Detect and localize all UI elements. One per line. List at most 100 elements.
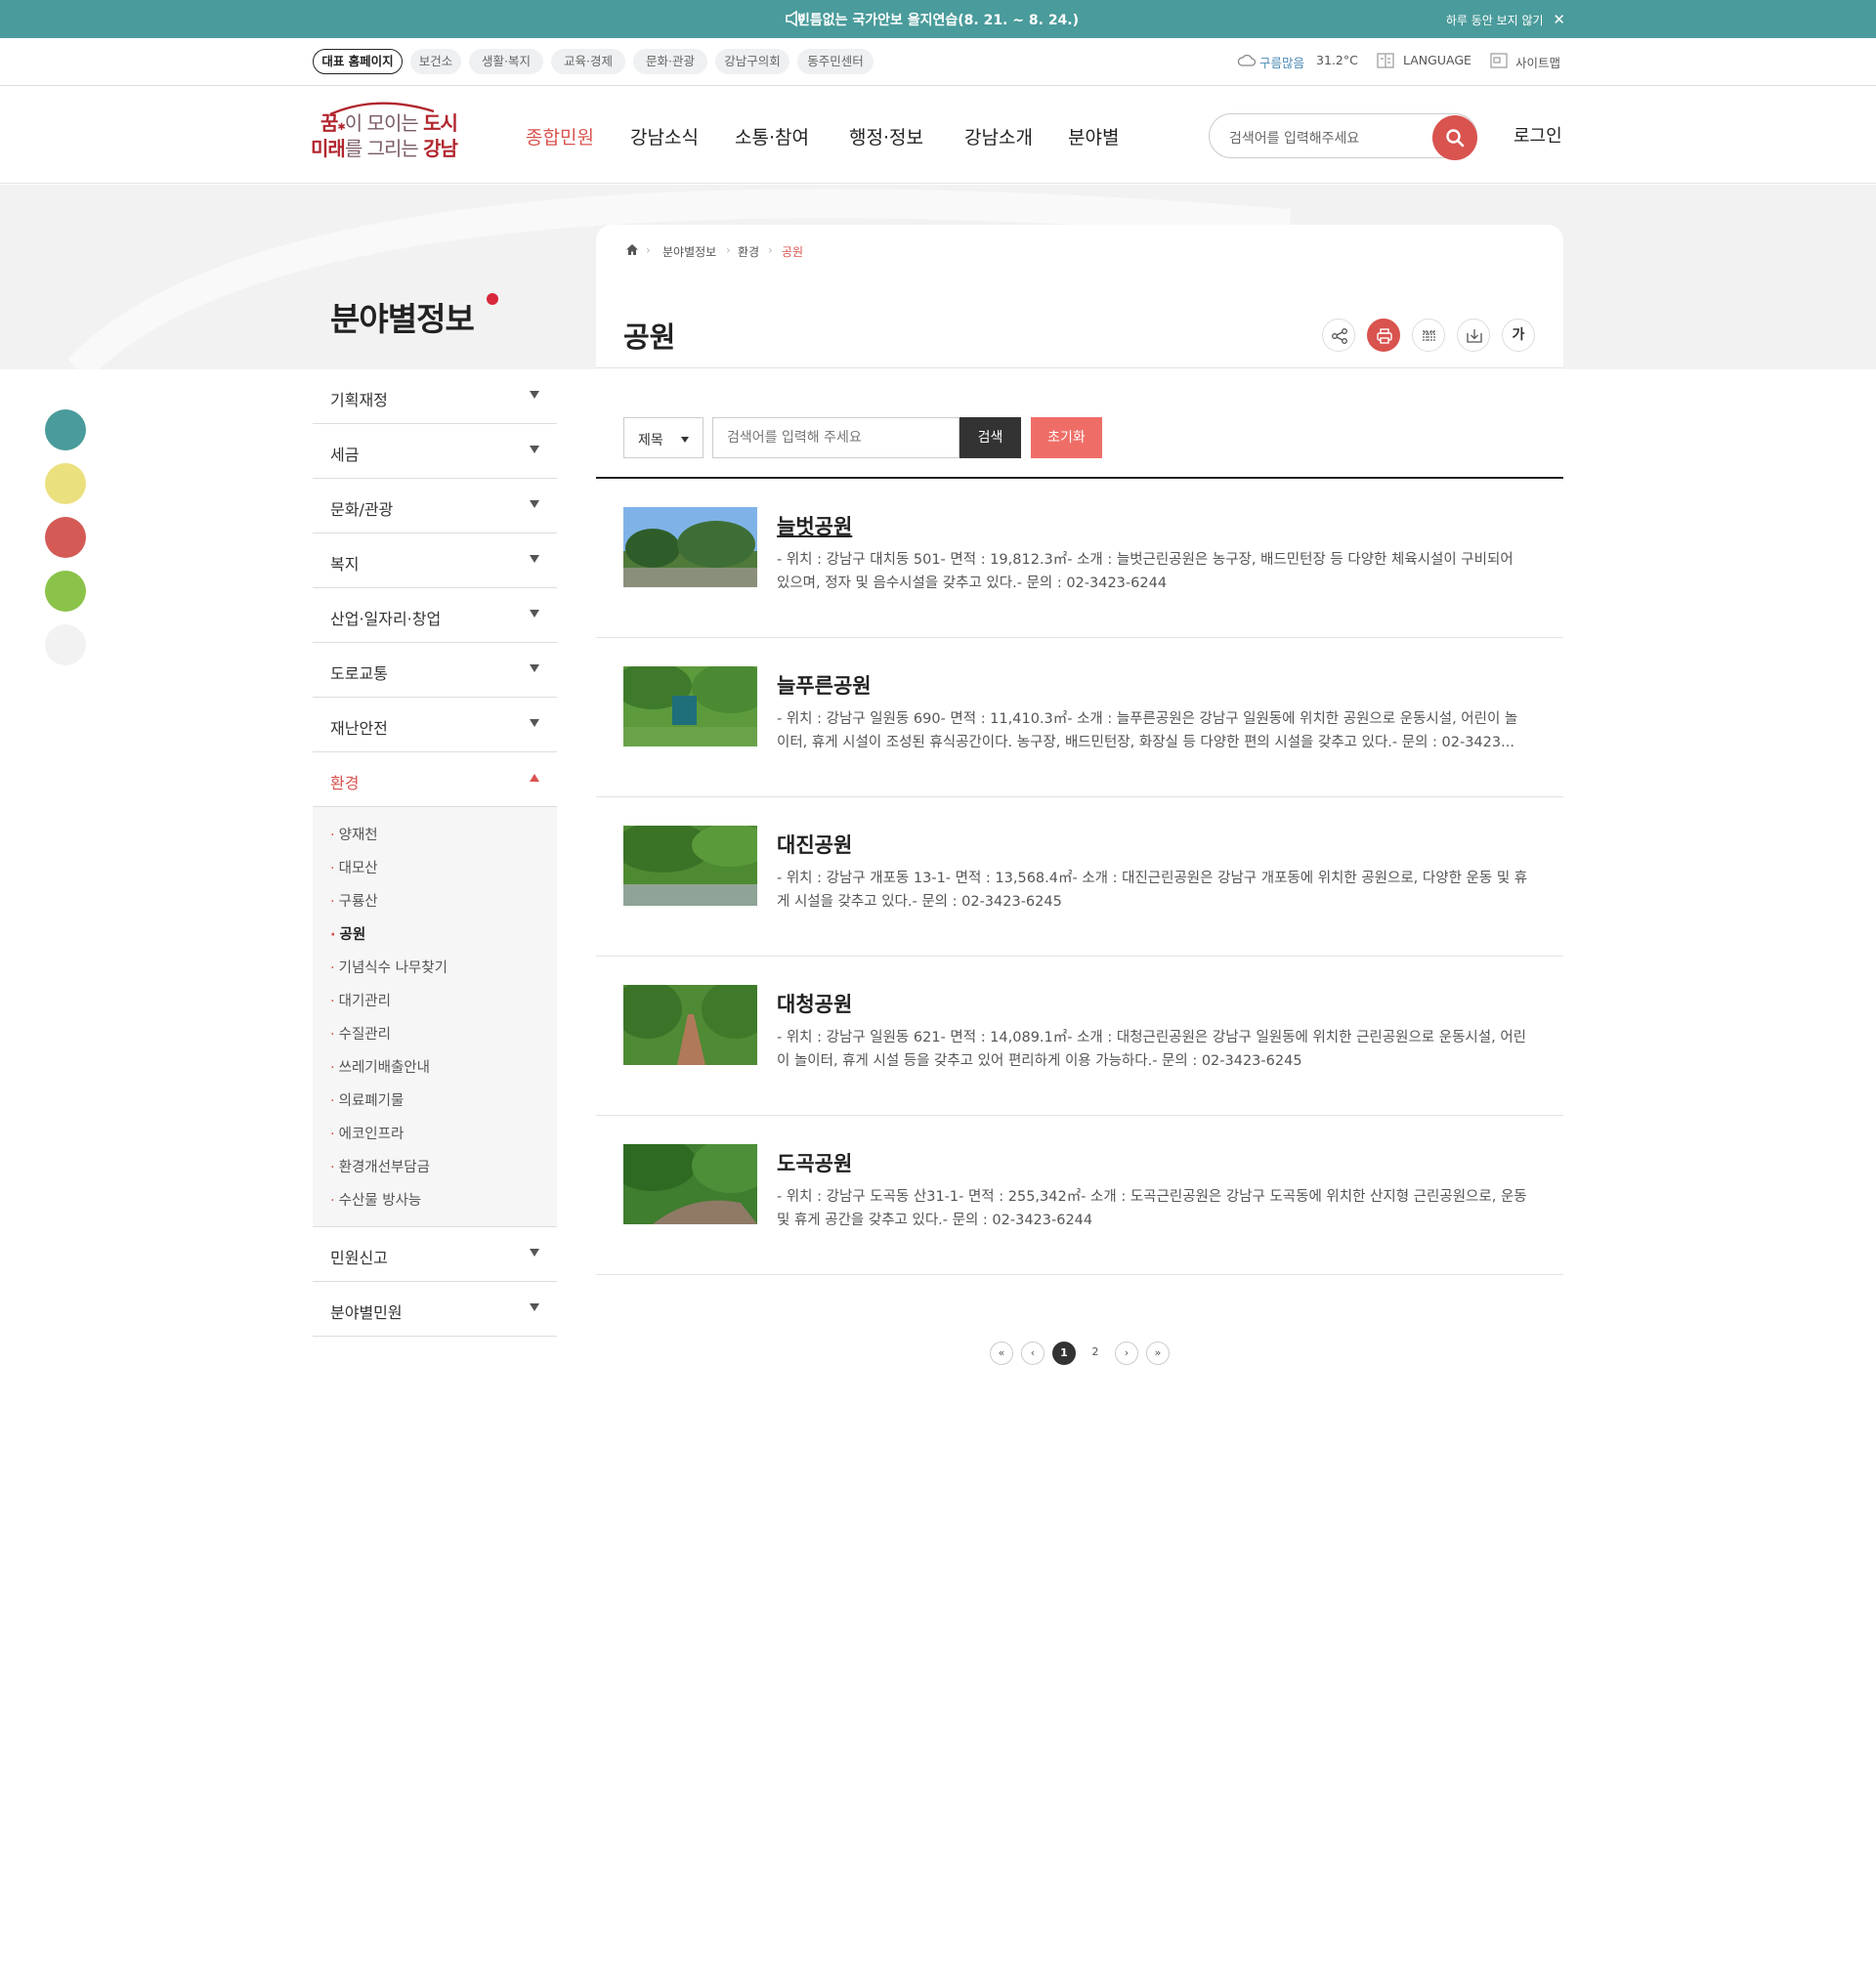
lnb-sub-item[interactable]: · 수산물 방사능 <box>330 1189 421 1210</box>
lnb-item-tax[interactable]: 세금 <box>313 424 557 479</box>
sitemap-icon <box>1490 53 1508 68</box>
chevron-down-icon <box>530 555 539 563</box>
header-search-button[interactable] <box>1432 115 1477 160</box>
lnb-item-report[interactable]: 민원신고 <box>313 1227 557 1282</box>
park-thumbnail[interactable] <box>623 1144 757 1224</box>
lnb-sub-item[interactable]: · 구룡산 <box>330 890 378 911</box>
search-field-select[interactable]: 제목 <box>623 417 704 458</box>
lnb-item-environment[interactable]: 환경 <box>313 752 557 807</box>
pagination-prev[interactable]: ‹ <box>1021 1342 1045 1365</box>
breadcrumb-item-fields[interactable]: 분야별정보 <box>662 243 716 260</box>
pagination-page-current[interactable]: 1 <box>1052 1342 1076 1365</box>
chevron-down-icon <box>530 446 539 453</box>
lnb-sub-item[interactable]: · 쓰레기배출안내 <box>330 1056 430 1077</box>
list-item: 늘푸른공원 - 위치 : 강남구 일원동 690- 면적 : 11,410.3㎡… <box>596 638 1563 797</box>
lnb-sub-item[interactable]: · 기념식수 나무찾기 <box>330 957 448 977</box>
home-icon[interactable] <box>625 243 639 256</box>
util-link-education[interactable]: 교육·경제 <box>551 49 625 74</box>
sitemap-button[interactable]: 사이트맵 <box>1515 53 1560 71</box>
lnb-sub-item-active[interactable]: · 공원 <box>330 923 365 944</box>
breadcrumb-separator: › <box>768 243 773 257</box>
park-thumbnail[interactable] <box>623 666 757 746</box>
lnb-sub-item[interactable]: · 대기관리 <box>330 990 391 1010</box>
lnb-item-traffic[interactable]: 도로교통 <box>313 643 557 698</box>
lnb-sub-label: 쓰레기배출안내 <box>338 1060 430 1076</box>
park-thumbnail[interactable] <box>623 826 757 906</box>
list-item: 늘벗공원 - 위치 : 강남구 대치동 501- 면적 : 19,812.3㎡-… <box>596 479 1563 638</box>
lnb-sub-label: 양재천 <box>338 828 378 843</box>
lnb-sub-label: 의료폐기물 <box>338 1093 405 1109</box>
lnb-sub-label: 기념식수 나무찾기 <box>338 960 448 976</box>
logo[interactable]: 꿈✱이 모이는 도시 미래를 그리는 강남 <box>311 102 462 164</box>
lnb-sub-item[interactable]: · 환경개선부담금 <box>330 1156 430 1176</box>
search-button[interactable]: 검색 <box>959 417 1021 458</box>
language-button[interactable]: LANGUAGE <box>1403 53 1471 67</box>
print-button[interactable] <box>1367 319 1400 352</box>
util-link-health[interactable]: 보건소 <box>410 49 461 74</box>
util-link-culture[interactable]: 문화·관광 <box>633 49 707 74</box>
item-title[interactable]: 늘벗공원 <box>777 511 852 540</box>
list-item: 대진공원 - 위치 : 강남구 개포동 13-1- 면적 : 13,568.4㎡… <box>596 797 1563 957</box>
weather-condition: 구름많음 <box>1259 56 1305 70</box>
lnb-item-culture[interactable]: 문화/관광 <box>313 479 557 533</box>
lnb-sub-item[interactable]: · 에코인프라 <box>330 1123 404 1143</box>
gnb-item-civil[interactable]: 종합민원 <box>526 123 594 149</box>
lnb-sub-item[interactable]: · 수질관리 <box>330 1023 391 1044</box>
lnb-sub-item[interactable]: · 양재천 <box>330 824 378 844</box>
util-link-main[interactable]: 대표 홈페이지 <box>313 49 403 74</box>
theme-dot-teal[interactable] <box>45 409 86 450</box>
gnb-item-about[interactable]: 강남소개 <box>964 123 1033 149</box>
item-title[interactable]: 늘푸른공원 <box>777 670 872 700</box>
list-item: 대청공원 - 위치 : 강남구 일원동 621- 면적 : 14,089.1㎡-… <box>596 957 1563 1116</box>
park-thumbnail[interactable] <box>623 985 757 1065</box>
qr-button[interactable] <box>1412 319 1445 352</box>
theme-dot-red[interactable] <box>45 517 86 558</box>
item-title[interactable]: 대진공원 <box>777 830 852 859</box>
breadcrumb-item-environment[interactable]: 환경 <box>738 243 759 260</box>
lnb-item-planning[interactable]: 기획재정 <box>313 369 557 424</box>
item-title[interactable]: 대청공원 <box>777 989 852 1018</box>
gnb-item-administration[interactable]: 행정·정보 <box>849 123 923 149</box>
gnb-item-news[interactable]: 강남소식 <box>630 123 699 149</box>
side-title: 분야별정보 <box>330 300 475 338</box>
item-description: - 위치 : 강남구 일원동 690- 면적 : 11,410.3㎡- 소개 :… <box>777 711 1518 750</box>
util-link-welfare[interactable]: 생활·복지 <box>469 49 543 74</box>
font-size-button[interactable]: 가 <box>1502 319 1535 352</box>
util-link-council[interactable]: 강남구의회 <box>715 49 789 74</box>
gnb-item-fields[interactable]: 분야별 <box>1068 123 1119 149</box>
lnb-item-safety[interactable]: 재난안전 <box>313 698 557 752</box>
notice-close-button[interactable]: 하루 동안 보지 않기 ✕ <box>1446 11 1565 28</box>
pagination-next[interactable]: › <box>1115 1342 1138 1365</box>
search-input[interactable] <box>712 417 959 458</box>
pagination-page[interactable]: 2 <box>1084 1342 1107 1365</box>
notice-text[interactable]: 빈틈없는 국가안보 을지연습(8. 21. ~ 8. 24.) <box>0 10 1876 29</box>
theme-dot-yellow[interactable] <box>45 463 86 504</box>
gnb-item-participation[interactable]: 소통·참여 <box>735 123 809 149</box>
pagination-first[interactable]: « <box>990 1342 1013 1365</box>
lnb-item-field-civil[interactable]: 분야별민원 <box>313 1282 557 1337</box>
close-icon: ✕ <box>1553 11 1565 28</box>
login-button[interactable]: 로그인 <box>1514 122 1562 148</box>
lnb-label: 기획재정 <box>330 391 388 409</box>
util-link-community-center[interactable]: 동주민센터 <box>797 49 874 74</box>
search-icon <box>1446 129 1465 148</box>
lnb-label: 재난안전 <box>330 719 388 738</box>
share-button[interactable] <box>1322 319 1355 352</box>
lnb-sub-label: 환경개선부담금 <box>338 1160 430 1175</box>
theme-dot-grey[interactable] <box>45 624 86 665</box>
chevron-down-icon <box>530 500 539 508</box>
reset-button[interactable]: 초기화 <box>1031 417 1102 458</box>
item-description: - 위치 : 강남구 일원동 621- 면적 : 14,089.1㎡- 소개 :… <box>777 1030 1526 1069</box>
theme-dot-green[interactable] <box>45 571 86 612</box>
lnb-item-welfare[interactable]: 복지 <box>313 533 557 588</box>
item-title[interactable]: 도곡공원 <box>777 1148 852 1177</box>
lnb-sub-item[interactable]: · 의료폐기물 <box>330 1089 404 1110</box>
lnb-sub-item[interactable]: · 대모산 <box>330 857 378 877</box>
chevron-down-icon <box>530 1249 539 1257</box>
utility-bar: 대표 홈페이지 보건소 생활·복지 교육·경제 문화·관광 강남구의회 동주민센… <box>0 38 1876 86</box>
lnb-item-industry[interactable]: 산업·일자리·창업 <box>313 588 557 643</box>
breadcrumb-item-current: 공원 <box>782 245 804 259</box>
pagination-last[interactable]: » <box>1146 1342 1170 1365</box>
park-thumbnail[interactable] <box>623 507 757 587</box>
download-button[interactable] <box>1457 319 1490 352</box>
